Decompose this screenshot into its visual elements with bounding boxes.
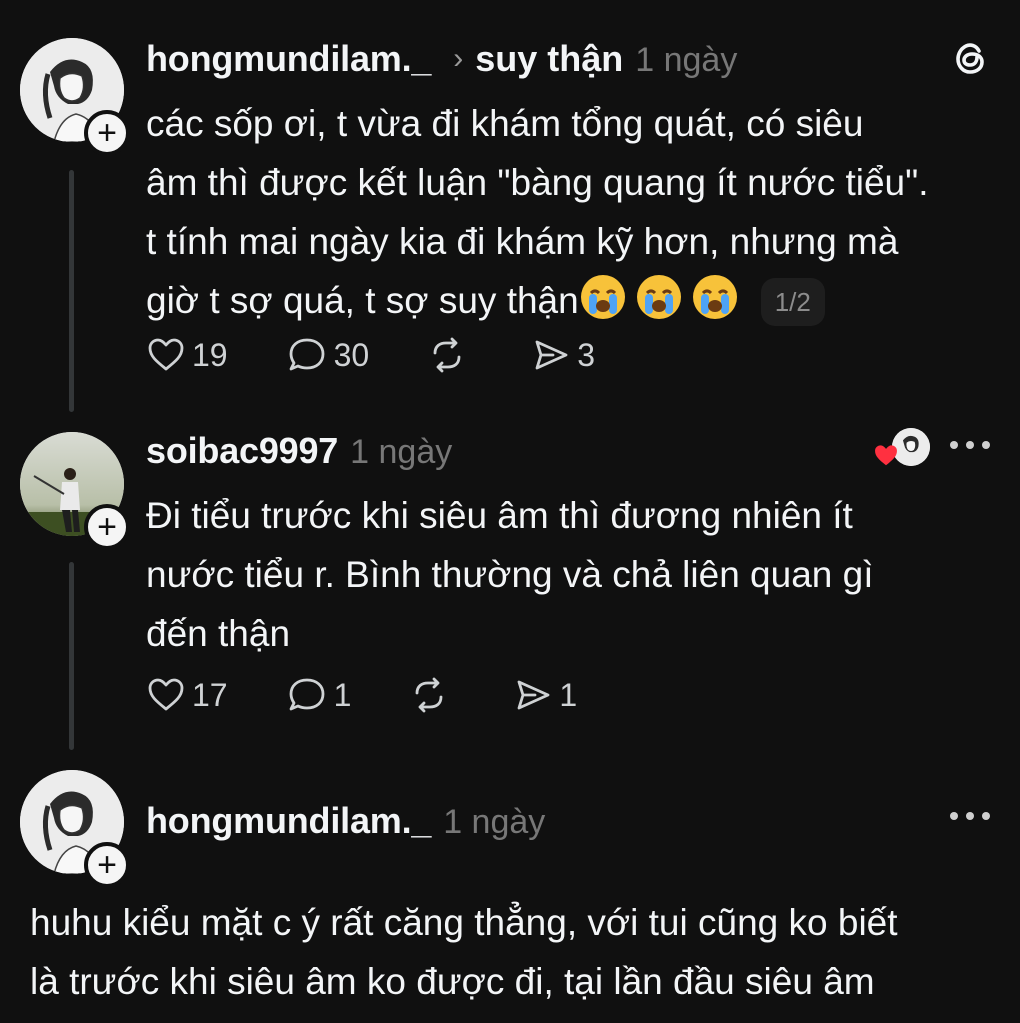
post-text-line: nước tiểu r. Bình thường và chả liên qua… [146,554,874,595]
reply-button[interactable]: 30 [286,335,370,375]
heart-icon [148,678,184,711]
post-header: soibac9997 1 ngày [146,430,452,472]
post-body: các sốp ơi, t vừa đi khám tổng quát, có … [146,94,929,330]
post-text-line: các sốp ơi, t vừa đi khám tổng quát, có … [146,103,864,144]
reply-count: 30 [333,336,370,373]
follow-plus-button[interactable]: + [84,110,130,156]
share-button[interactable]: 1 [513,675,577,715]
more-dots-icon[interactable] [950,812,990,822]
post-body: Đi tiểu trước khi siêu âm thì đương nhiê… [146,486,874,663]
post-timestamp: 1 ngày [350,433,453,471]
send-icon [517,680,550,710]
repost-button[interactable] [409,675,455,715]
avatar-wrap: + [20,770,130,888]
more-dots-icon[interactable] [950,441,990,451]
reply-button[interactable]: 1 [286,675,352,715]
page-indicator-badge: 1/2 [760,278,825,326]
chevron-right-icon: › [453,42,464,75]
share-count: 3 [577,336,595,373]
reply-count: 1 [333,676,352,713]
thread-connector-line [69,170,74,412]
post-timestamp: 1 ngày [443,803,546,841]
repost-icon [433,337,461,373]
username-link[interactable]: soibac9997 [146,430,338,472]
post-text-line-with-emoji: giờ t sợ quá, t sợ suy thận 1/2 [146,271,929,330]
post-body: huhu kiểu mặt c ý rất căng thẳng, với tu… [30,893,898,1011]
like-count: 19 [192,336,228,373]
topic-tag-link[interactable]: suy thận [475,38,623,80]
comment-icon [289,338,324,371]
thread-connector-line [69,562,74,750]
avatar-wrap: + [20,38,130,156]
post-timestamp: 1 ngày [635,41,738,79]
like-count: 17 [192,676,228,713]
post-text-line: Đi tiểu trước khi siêu âm thì đương nhiê… [146,495,853,536]
send-icon [535,340,568,370]
post-text-line: đến thận [146,613,291,654]
loudly-crying-face-emoji [580,275,625,319]
username-link[interactable]: hongmundilam._ [146,38,431,80]
loudly-crying-face-emoji [636,275,681,319]
like-button[interactable]: 17 [146,675,228,715]
threads-logo-icon[interactable] [950,38,990,78]
comment-icon [289,678,324,711]
heart-icon [148,338,184,371]
like-button[interactable]: 19 [146,335,228,375]
post-text-line: t tính mai ngày kia đi khám kỹ hơn, nhưn… [146,221,899,262]
post-actions: 17 1 1 [146,675,635,715]
post-text-line: là trước khi siêu âm ko được đi, tại lần… [30,961,875,1002]
repost-icon [415,677,443,713]
post-text-line: huhu kiểu mặt c ý rất căng thẳng, với tu… [30,902,898,943]
loudly-crying-face-emoji [692,275,737,319]
username-link[interactable]: hongmundilam._ [146,800,431,842]
red-heart-icon [875,445,897,466]
post-header: hongmundilam._ › suy thận 1 ngày [146,38,737,80]
follow-plus-button[interactable]: + [84,504,130,550]
author-liked-indicator [872,428,932,470]
avatar-wrap: + [20,432,130,550]
share-count: 1 [559,676,578,713]
post-text-line: giờ t sợ quá, t sợ suy thận [146,280,579,321]
post-actions: 19 30 3 [146,335,653,375]
share-button[interactable]: 3 [531,335,595,375]
post-text-line: âm thì được kết luận "bàng quang ít nước… [146,162,929,203]
post-header: hongmundilam._ 1 ngày [146,800,545,842]
repost-button[interactable] [427,335,473,375]
follow-plus-button[interactable]: + [84,842,130,888]
